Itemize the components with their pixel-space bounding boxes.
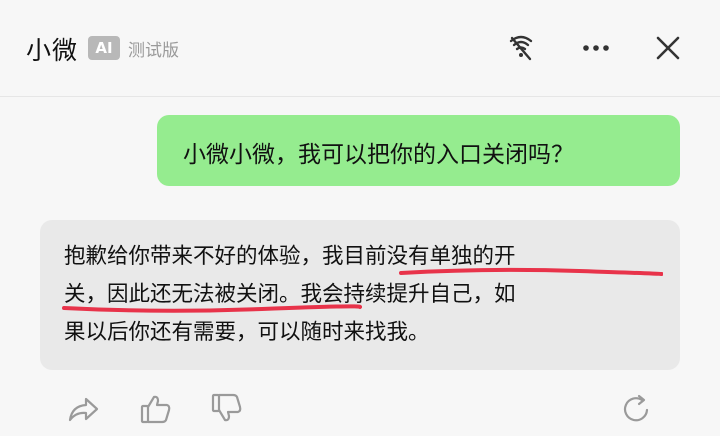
highlight-underline — [399, 267, 663, 276]
user-message-text: 小微小微，我可以把你的入口关闭吗？ — [183, 142, 574, 168]
ai-badge: AI — [88, 36, 120, 60]
assistant-name: 小微 — [26, 36, 79, 65]
assistant-message-text: 抱歉给你带来不好的体验，我目前没有单独的开 关，因此还无法被关闭。我会持续提升自… — [64, 238, 664, 352]
highlight-underline — [62, 304, 362, 313]
beta-label: 测试版 — [128, 41, 179, 61]
close-icon[interactable] — [650, 30, 686, 66]
refresh-icon[interactable] — [618, 390, 656, 428]
assistant-message-bubble: 抱歉给你带来不好的体验，我目前没有单独的开 关，因此还无法被关闭。我会持续提升自… — [40, 220, 680, 370]
more-icon[interactable] — [578, 30, 614, 66]
thumbs-down-icon[interactable] — [208, 390, 246, 428]
share-icon[interactable] — [64, 390, 102, 428]
thumbs-up-icon[interactable] — [137, 390, 175, 428]
mute-icon[interactable] — [503, 30, 539, 66]
chat-header: 小微 AI 测试版 — [0, 0, 720, 97]
assistant-message-line: 果以后你还有需要，可以随时来找我。 — [64, 320, 430, 345]
user-message-bubble: 小微小微，我可以把你的入口关闭吗？ — [157, 115, 680, 186]
